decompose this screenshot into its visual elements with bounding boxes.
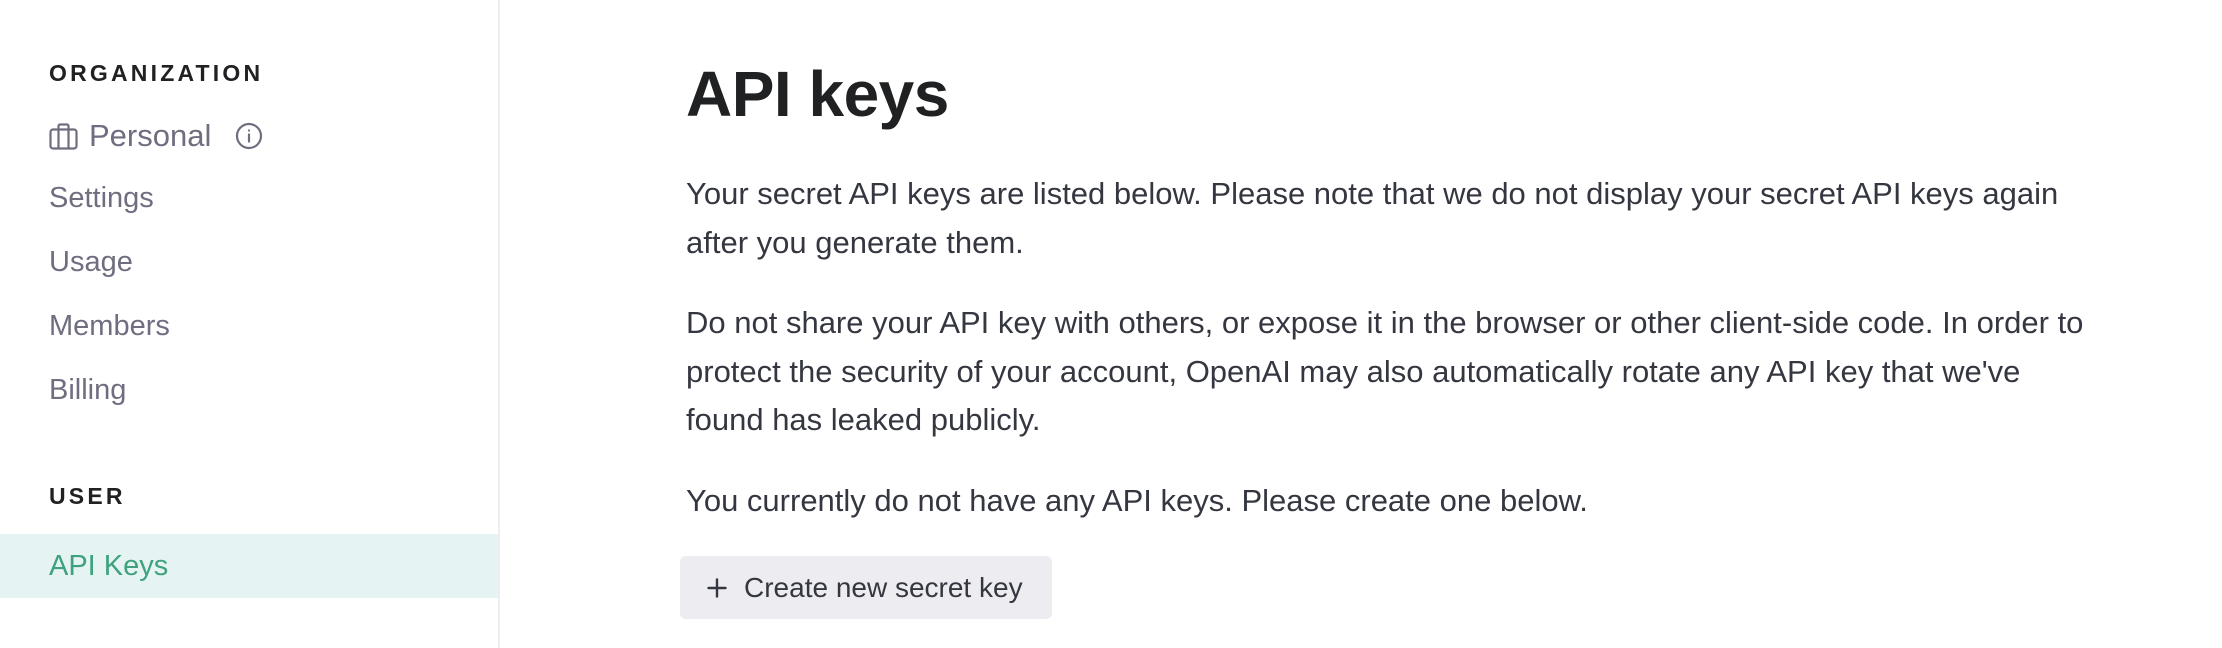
create-secret-key-label: Create new secret key xyxy=(744,571,1023,603)
create-secret-key-button[interactable]: Create new secret key xyxy=(680,556,1052,619)
sidebar-item-api-keys[interactable]: API Keys xyxy=(0,534,498,598)
page-title: API keys xyxy=(686,58,949,130)
paragraph-line: protect the security of your account, Op… xyxy=(686,353,2021,389)
sidebar-item-label: Usage xyxy=(49,245,133,278)
info-icon[interactable] xyxy=(235,122,263,150)
sidebar-item-label: Settings xyxy=(49,181,154,214)
paragraph-line: Your secret API keys are listed below. P… xyxy=(686,176,2059,211)
paragraph-line: found has leaked publicly. xyxy=(686,402,1041,437)
organization-name: Personal xyxy=(89,118,212,153)
sidebar-item-label: Billing xyxy=(49,373,127,406)
paragraph-line: Do not share your API key with others, o… xyxy=(686,305,2084,340)
plus-icon xyxy=(707,577,727,598)
empty-state-paragraph: You currently do not have any API keys. … xyxy=(686,477,2196,526)
briefcase-icon xyxy=(49,122,78,151)
organization-selector[interactable]: Personal xyxy=(49,115,263,157)
security-warning-paragraph: Do not share your API key with others, o… xyxy=(686,299,2196,445)
intro-paragraph: Your secret API keys are listed below. P… xyxy=(686,170,2196,267)
sidebar-item-members[interactable]: Members xyxy=(0,294,498,358)
sidebar-item-label: API Keys xyxy=(49,549,169,582)
app-layout: ORGANIZATION Personal Settings Usage Mem… xyxy=(0,0,2222,648)
paragraph-line: after you generate them. xyxy=(686,224,1024,260)
paragraph-line: You currently do not have any API keys. … xyxy=(686,483,1588,518)
sidebar: ORGANIZATION Personal Settings Usage Mem… xyxy=(0,0,500,648)
sidebar-item-usage[interactable]: Usage xyxy=(0,230,498,294)
sidebar-item-settings[interactable]: Settings xyxy=(0,166,498,230)
sidebar-item-label: Members xyxy=(49,309,170,342)
sidebar-item-billing[interactable]: Billing xyxy=(0,358,498,422)
user-heading: USER xyxy=(49,483,126,509)
organization-heading: ORGANIZATION xyxy=(49,60,264,86)
